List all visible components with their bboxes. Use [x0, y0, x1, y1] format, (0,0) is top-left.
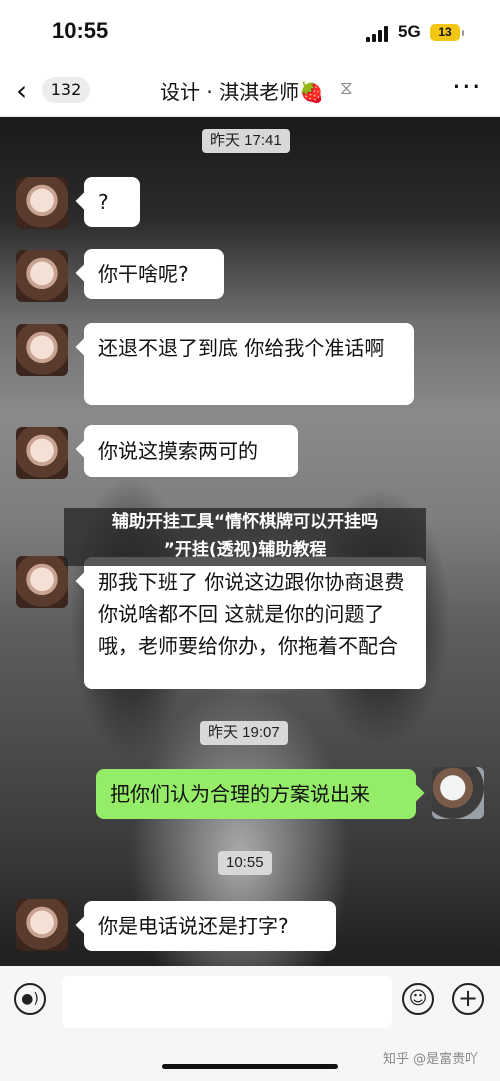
ear-icon: ⧖: [340, 78, 353, 99]
timestamp: 昨天 19:07: [200, 721, 288, 745]
message-bubble[interactable]: 你是电话说还是打字?: [84, 901, 336, 951]
unread-count-badge[interactable]: 132: [42, 77, 90, 103]
message-bubble[interactable]: 你干啥呢?: [84, 249, 224, 299]
battery-icon: 13: [430, 24, 464, 41]
contact-avatar[interactable]: [16, 324, 68, 376]
voice-icon[interactable]: ●): [14, 983, 46, 1015]
contact-avatar[interactable]: [16, 427, 68, 479]
self-avatar[interactable]: [432, 767, 484, 819]
emoji-icon[interactable]: ☺: [402, 983, 434, 1015]
message-bubble[interactable]: 你说这摸索两可的: [84, 425, 298, 477]
status-time: 10:55: [52, 18, 109, 43]
timestamp: 10:55: [218, 851, 272, 875]
contact-avatar[interactable]: [16, 250, 68, 302]
chat-header: ‹ 132 设计 · 淇淇老师🍓 ⧖ ···: [0, 66, 500, 117]
contact-avatar[interactable]: [16, 177, 68, 229]
back-icon[interactable]: ‹: [16, 74, 27, 107]
chat-title: 设计 · 淇淇老师🍓: [160, 80, 324, 104]
contact-avatar[interactable]: [16, 556, 68, 608]
message-input[interactable]: [62, 976, 392, 1028]
overlay-line-1: 辅助开挂工具“情怀棋牌可以开挂吗: [111, 512, 379, 532]
message-bubble[interactable]: ?: [84, 177, 140, 227]
message-bubble[interactable]: 还退不退了到底 你给我个准话啊: [84, 323, 414, 405]
watermark: 知乎 @是富贵吖: [383, 1052, 479, 1067]
timestamp: 昨天 17:41: [202, 129, 290, 153]
contact-avatar[interactable]: [16, 899, 68, 951]
overlay-caption: 辅助开挂工具“情怀棋牌可以开挂吗 ”开挂(透视)辅助教程: [64, 508, 426, 566]
signal-icon: [366, 26, 392, 42]
message-bubble-self[interactable]: 把你们认为合理的方案说出来: [96, 769, 416, 819]
status-bar: 10:55 5G 13: [0, 0, 500, 66]
overlay-line-2: ”开挂(透视)辅助教程: [163, 540, 327, 560]
message-bubble[interactable]: 那我下班了 你说这边跟你协商退费 你说啥都不回 这就是你的问题了哦，老师要给你办…: [84, 557, 426, 689]
more-options-icon[interactable]: ···: [452, 70, 482, 103]
input-bar: ●) ☺ + 知乎 @是富贵吖: [0, 966, 500, 1081]
network-type: 5G: [398, 22, 421, 41]
plus-icon[interactable]: +: [452, 983, 484, 1015]
home-indicator: [162, 1064, 338, 1069]
